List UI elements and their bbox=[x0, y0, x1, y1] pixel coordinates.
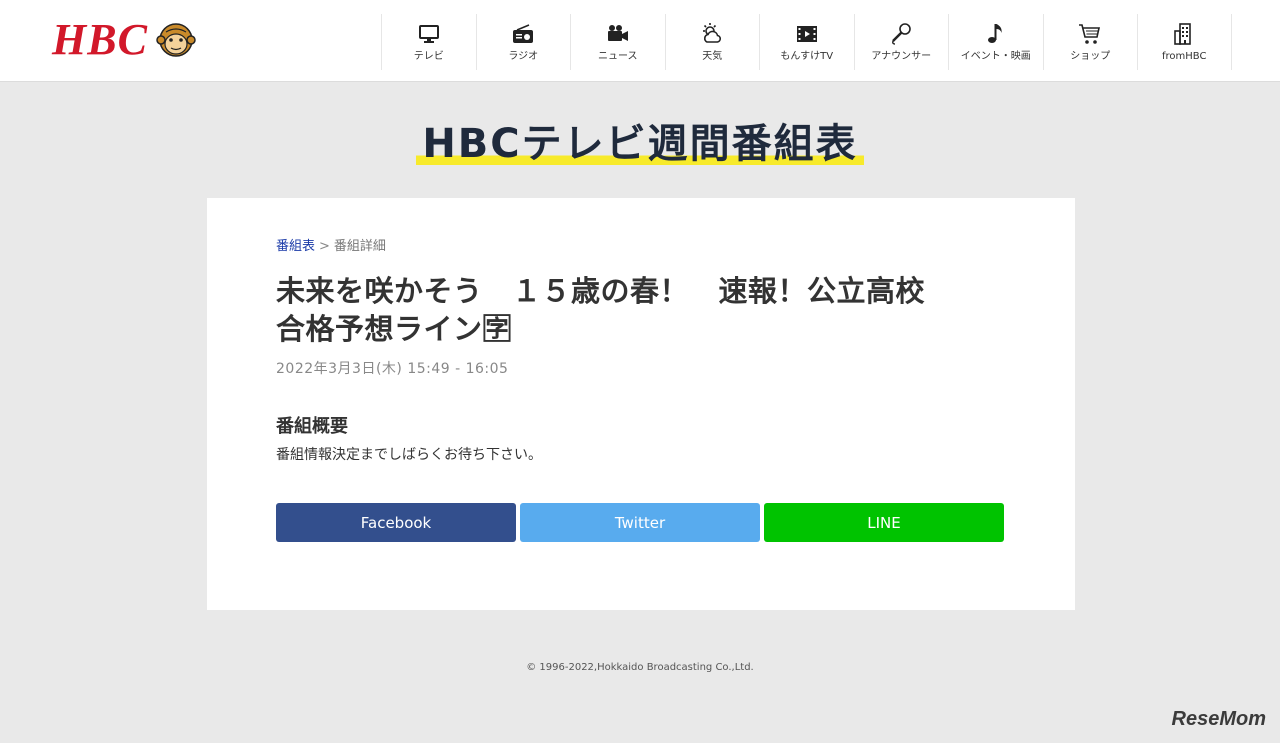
summary-text: 番組情報決定までしばらくお待ち下さい。 bbox=[276, 447, 542, 463]
program-title-line2: 合格予想ライン🈑 bbox=[276, 312, 513, 346]
tv-icon bbox=[418, 25, 439, 43]
resemom-watermark: ReseMom bbox=[1171, 708, 1266, 730]
nav-label: ニュース bbox=[598, 51, 638, 62]
program-title-line1: 未来を咲かそう １５歳の春！ 速報！公立高校 bbox=[276, 274, 926, 308]
nav-label: テレビ bbox=[413, 51, 444, 62]
radio-icon bbox=[513, 24, 534, 43]
nav-item-monsuke-tv[interactable]: もんすけTV bbox=[759, 14, 854, 70]
twitter-share-button[interactable]: Twitter bbox=[520, 503, 760, 542]
music-note-icon bbox=[987, 24, 1002, 43]
page-title-container: HBCテレビ週間番組表 bbox=[0, 118, 1280, 170]
nav-item-from-hbc[interactable]: fromHBC bbox=[1137, 14, 1232, 70]
page-title: HBCテレビ週間番組表 bbox=[416, 118, 864, 170]
breadcrumb: 番組表 > 番組詳細 bbox=[276, 235, 386, 254]
cart-icon bbox=[1079, 24, 1101, 44]
nav-label: ラジオ bbox=[508, 51, 539, 62]
breadcrumb-current: 番組詳細 bbox=[333, 239, 386, 254]
program-time: 2022年3月3日(木) 15:49 - 16:05 bbox=[276, 361, 509, 377]
nav-item-tv[interactable]: テレビ bbox=[381, 14, 476, 70]
video-camera-icon bbox=[607, 25, 628, 41]
nav-item-shop[interactable]: ショップ bbox=[1042, 14, 1138, 70]
nav-item-announcer[interactable]: アナウンサー bbox=[853, 14, 949, 70]
nav-label: fromHBC bbox=[1162, 51, 1207, 62]
logo-text: HBC bbox=[52, 15, 148, 64]
share-buttons: Facebook Twitter LINE bbox=[276, 503, 1004, 542]
film-icon bbox=[796, 26, 817, 42]
building-icon bbox=[1174, 23, 1192, 45]
breadcrumb-separator: > bbox=[319, 239, 330, 254]
nav-label: もんすけTV bbox=[780, 51, 834, 62]
nav-item-radio[interactable]: ラジオ bbox=[475, 14, 571, 70]
breadcrumb-link-schedule[interactable]: 番組表 bbox=[276, 239, 315, 254]
program-detail-card: 番組表 > 番組詳細 未来を咲かそう １５歳の春！ 速報！公立高校 合格予想ライン🈑… bbox=[207, 198, 1075, 610]
nav-label: アナウンサー bbox=[871, 51, 932, 62]
nav-label: イベント・映画 bbox=[960, 51, 1031, 62]
summary-heading: 番組概要 bbox=[276, 416, 348, 437]
weather-icon bbox=[703, 23, 722, 43]
program-title: 未来を咲かそう １５歳の春！ 速報！公立高校 合格予想ライン🈑 bbox=[276, 272, 1016, 348]
nav-item-event-movie[interactable]: イベント・映画 bbox=[948, 14, 1043, 70]
site-header: HBC テレビ ラジオ ニュース 天気 もんすけTV アナウンサー イベント・映… bbox=[0, 0, 1280, 82]
monkey-mascot-icon bbox=[156, 23, 196, 57]
facebook-share-button[interactable]: Facebook bbox=[276, 503, 516, 542]
nav-item-weather[interactable]: 天気 bbox=[664, 14, 760, 70]
footer-copyright: © 1996-2022,Hokkaido Broadcasting Co.,Lt… bbox=[526, 662, 754, 673]
nav-label: 天気 bbox=[702, 51, 723, 62]
microphone-icon bbox=[892, 23, 912, 45]
nav-item-news[interactable]: ニュース bbox=[570, 14, 665, 70]
hbc-logo[interactable]: HBC bbox=[52, 18, 196, 62]
line-share-button[interactable]: LINE bbox=[764, 503, 1004, 542]
nav-label: ショップ bbox=[1070, 51, 1111, 62]
main-nav: テレビ ラジオ ニュース 天気 もんすけTV アナウンサー イベント・映画 ショ… bbox=[381, 14, 1232, 70]
